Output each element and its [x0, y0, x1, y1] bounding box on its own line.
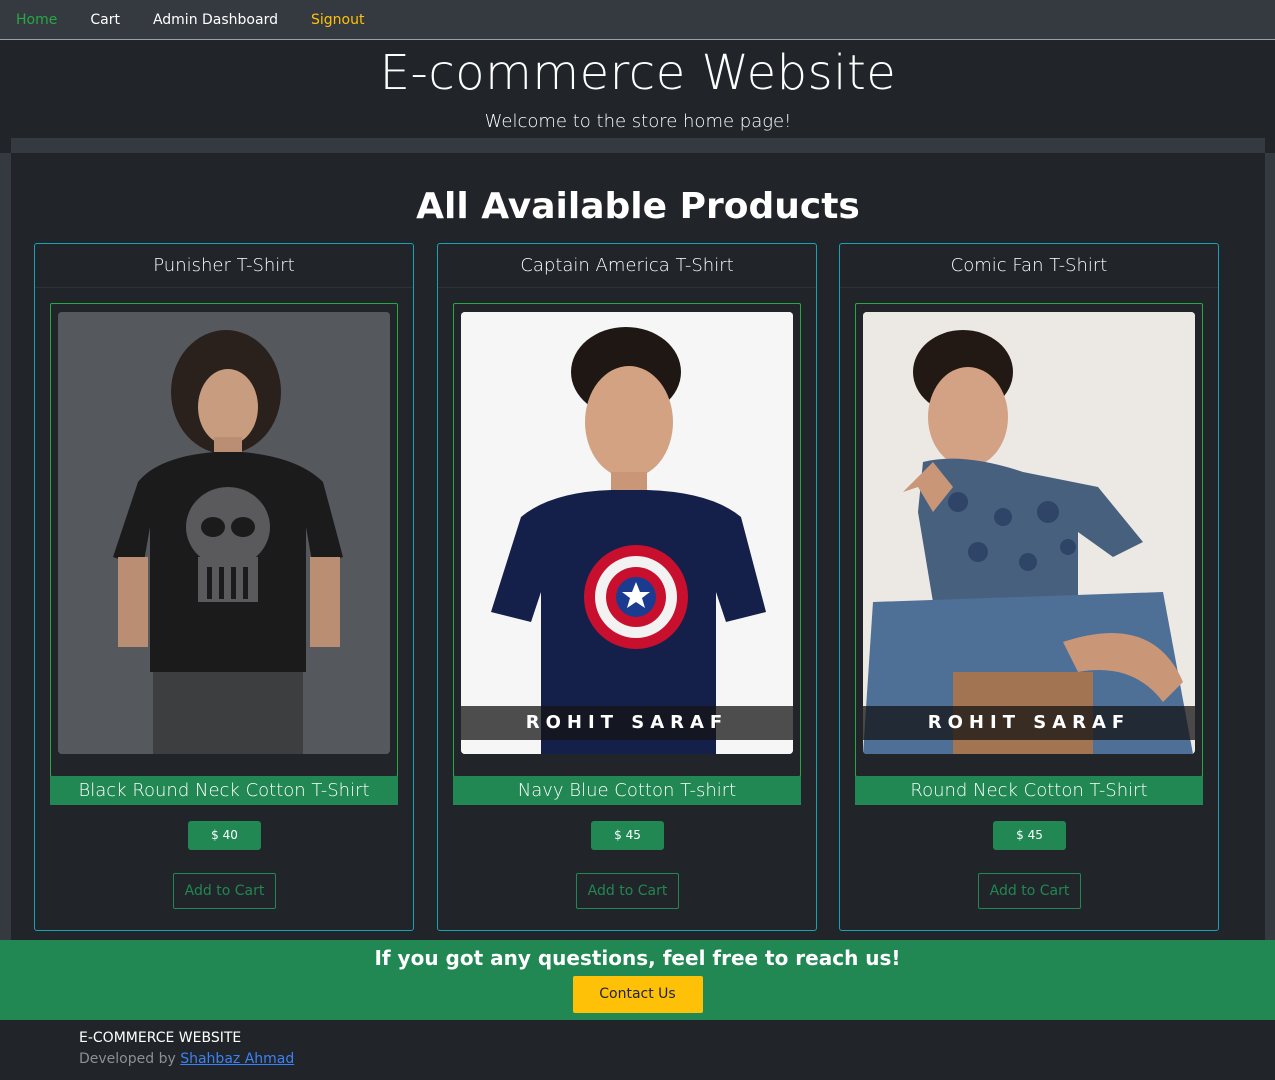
footer-developer: Developed by Shahbaz Ahmad: [79, 1051, 1275, 1067]
hero: E-commerce Website Welcome to the store …: [11, 40, 1265, 138]
price-badge: $ 45: [591, 821, 664, 850]
products-title: All Available Products: [416, 186, 860, 227]
product-image-frame: [50, 303, 398, 777]
punisher-tshirt-photo: [58, 312, 390, 754]
product-name: Comic Fan T-Shirt: [840, 244, 1218, 288]
add-to-cart-button[interactable]: Add to Cart: [978, 873, 1081, 909]
footer-title: E-COMMERCE WEBSITE: [79, 1030, 242, 1046]
price-badge: $ 40: [188, 821, 261, 850]
hero-divider: [11, 138, 1265, 153]
product-name: Punisher T-Shirt: [35, 244, 413, 288]
nav-home-link[interactable]: Home: [16, 12, 57, 28]
comic-fan-tshirt-photo: [863, 312, 1195, 754]
hero-subtitle: Welcome to the store home page!: [484, 111, 792, 132]
captain-america-tshirt-photo: [461, 312, 793, 754]
footer-developer-prefix: Developed by: [79, 1051, 181, 1067]
nav-admin-dashboard-link[interactable]: Admin Dashboard: [153, 12, 278, 28]
product-caption: Round Neck Cotton T-Shirt: [855, 776, 1203, 805]
price-badge: $ 45: [993, 821, 1066, 850]
product-card: Captain America T-Shirt ROHIT SARAF Navy…: [437, 243, 817, 931]
developer-link[interactable]: Shahbaz Ahmad: [180, 1051, 294, 1067]
main-left-gutter: [0, 153, 11, 940]
hero-title: E-commerce Website: [379, 45, 897, 101]
product-image-frame: ROHIT SARAF: [453, 303, 801, 777]
product-image: ROHIT SARAF: [863, 312, 1195, 754]
nav-signout-link[interactable]: Signout: [311, 12, 364, 28]
footer: E-COMMERCE WEBSITE Developed by Shahbaz …: [0, 1020, 1275, 1080]
product-name: Captain America T-Shirt: [438, 244, 816, 288]
product-image-frame: ROHIT SARAF: [855, 303, 1203, 777]
brand-watermark: ROHIT SARAF: [863, 706, 1195, 740]
product-card: Punisher T-Shirt Black Round Neck Cotton…: [34, 243, 414, 931]
contact-text: If you got any questions, feel free to r…: [374, 946, 901, 970]
contact-us-button[interactable]: Contact Us: [572, 976, 703, 1013]
add-to-cart-button[interactable]: Add to Cart: [576, 873, 679, 909]
product-caption: Navy Blue Cotton T-shirt: [453, 776, 801, 805]
navbar: Home Cart Admin Dashboard Signout: [0, 0, 1275, 40]
product-image: ROHIT SARAF: [461, 312, 793, 754]
product-card: Comic Fan T-Shirt ROHIT SARAF Round Neck…: [839, 243, 1219, 931]
main-right-gutter: [1264, 153, 1275, 940]
contact-banner: If you got any questions, feel free to r…: [0, 940, 1275, 1020]
nav-cart-link[interactable]: Cart: [90, 12, 120, 28]
product-caption: Black Round Neck Cotton T-Shirt: [50, 776, 398, 805]
add-to-cart-button[interactable]: Add to Cart: [173, 873, 276, 909]
product-image: [58, 312, 390, 754]
brand-watermark: ROHIT SARAF: [461, 706, 793, 740]
